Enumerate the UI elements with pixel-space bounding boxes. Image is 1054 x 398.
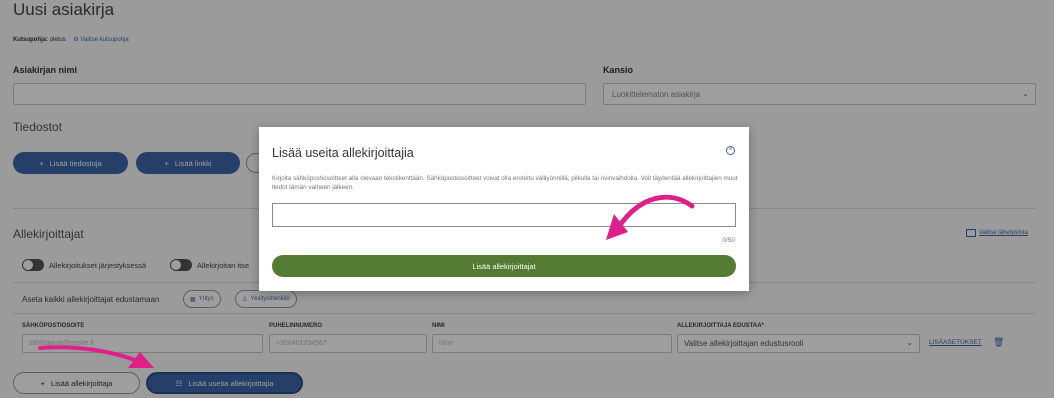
- arrow-to-textarea: [615, 194, 695, 231]
- arrow-to-button: [38, 345, 142, 364]
- annotation-arrows: [38, 194, 695, 368]
